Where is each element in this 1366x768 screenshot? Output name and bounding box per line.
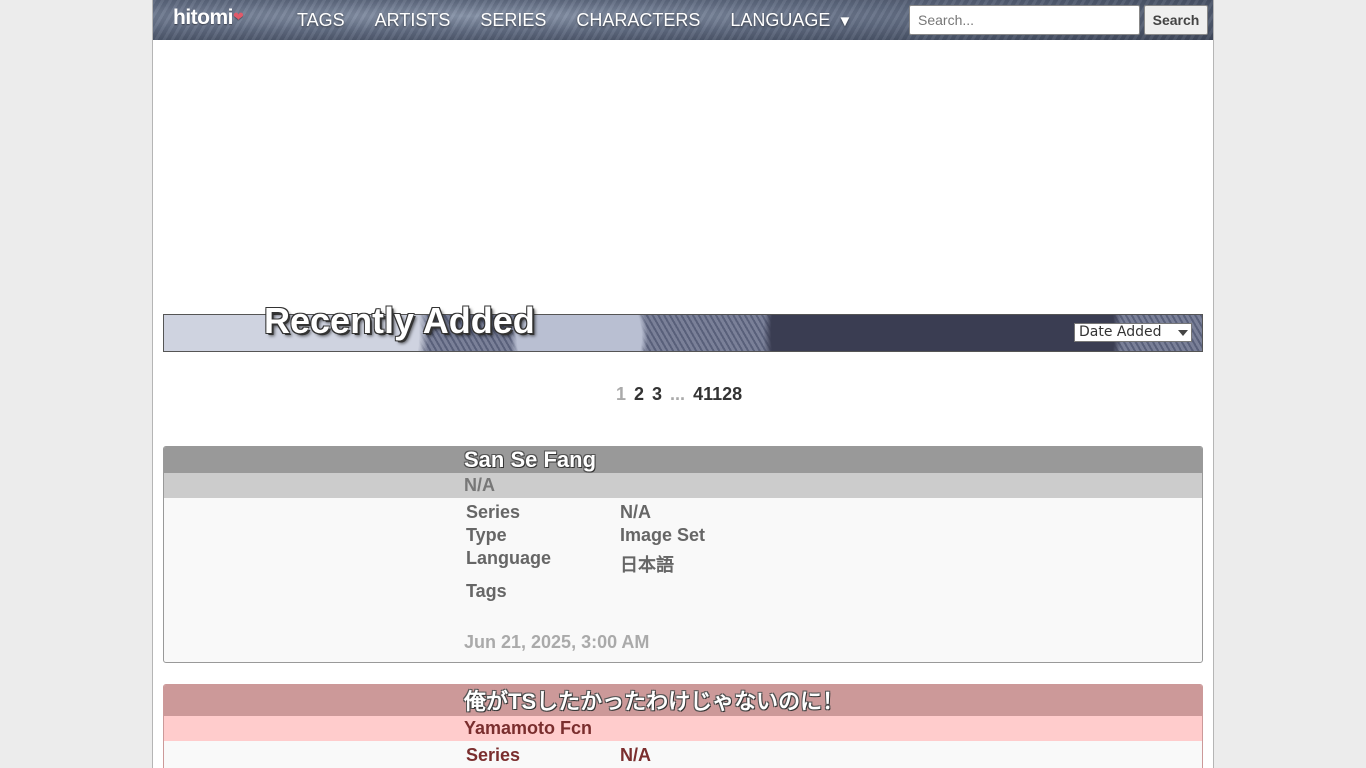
nav-tags[interactable]: TAGS xyxy=(282,0,360,40)
search-button[interactable]: Search xyxy=(1144,5,1208,35)
info-row-language: Language 日本語 xyxy=(464,548,707,577)
top-navigation-bar: hitomi❤ TAGS ARTISTS SERIES CHARACTERS L… xyxy=(153,0,1213,40)
sort-selected-value: Date Added xyxy=(1079,324,1162,340)
info-value xyxy=(618,577,707,604)
info-row-series: Series N/A xyxy=(464,502,707,525)
info-row-type: Type Image Set xyxy=(464,525,707,548)
site-logo[interactable]: hitomi❤ xyxy=(173,6,244,30)
info-label: Series xyxy=(466,502,521,522)
gallery-title[interactable]: San Se Fang xyxy=(164,447,1202,473)
nav-artists[interactable]: ARTISTS xyxy=(360,0,466,40)
gallery-artist[interactable]: Yamamoto Fcn xyxy=(164,716,1202,741)
nav-language[interactable]: LANGUAGE ▼ xyxy=(715,0,867,40)
gallery-date: Jun 21, 2025, 3:00 AM xyxy=(464,632,650,652)
page-link-2[interactable]: 2 xyxy=(634,384,644,405)
heart-icon: ❤ xyxy=(233,9,244,24)
info-value[interactable]: N/A xyxy=(618,502,707,525)
section-title: Recently Added xyxy=(264,300,535,341)
info-value[interactable]: 日本語 xyxy=(618,548,707,577)
info-label: Type xyxy=(466,525,507,545)
info-label: Tags xyxy=(466,581,507,601)
gallery-card: San Se Fang N/A Series N/A Type Image Se… xyxy=(163,446,1203,663)
info-value[interactable]: N/A xyxy=(618,745,653,768)
page-link-last[interactable]: 41128 xyxy=(693,384,742,405)
logo-text: hitomi xyxy=(173,6,234,29)
page-container: hitomi❤ TAGS ARTISTS SERIES CHARACTERS L… xyxy=(152,0,1214,768)
info-row-tags: Tags xyxy=(464,577,707,604)
info-row-series: Series N/A xyxy=(464,745,653,768)
info-value[interactable]: Image Set xyxy=(618,525,707,548)
gallery-info-table: Series N/A xyxy=(464,745,653,768)
gallery-info-table: Series N/A Type Image Set Language 日本語 T… xyxy=(464,502,707,604)
nav-characters[interactable]: CHARACTERS xyxy=(561,0,715,40)
page-current: 1 xyxy=(616,384,627,404)
page-ellipsis: ... xyxy=(670,384,686,404)
main-nav: TAGS ARTISTS SERIES CHARACTERS LANGUAGE … xyxy=(282,0,867,40)
sort-select[interactable]: Date Added xyxy=(1074,323,1192,342)
nav-language-label: LANGUAGE xyxy=(730,10,831,30)
nav-series[interactable]: SERIES xyxy=(465,0,561,40)
info-label: Series xyxy=(466,745,521,765)
dropdown-triangle-icon: ▼ xyxy=(837,13,853,30)
page-link-3[interactable]: 3 xyxy=(652,384,662,405)
gallery-card: 俺がTSしたかったわけじゃないのに！ Yamamoto Fcn Series N… xyxy=(163,684,1203,768)
gallery-artist[interactable]: N/A xyxy=(164,473,1202,498)
select-arrow-icon xyxy=(1178,330,1188,336)
search-input[interactable] xyxy=(909,5,1140,35)
info-label: Language xyxy=(466,548,552,568)
gallery-title[interactable]: 俺がTSしたかったわけじゃないのに！ xyxy=(164,685,1202,716)
pagination: 1 2 3 ... 41128 xyxy=(616,384,750,405)
